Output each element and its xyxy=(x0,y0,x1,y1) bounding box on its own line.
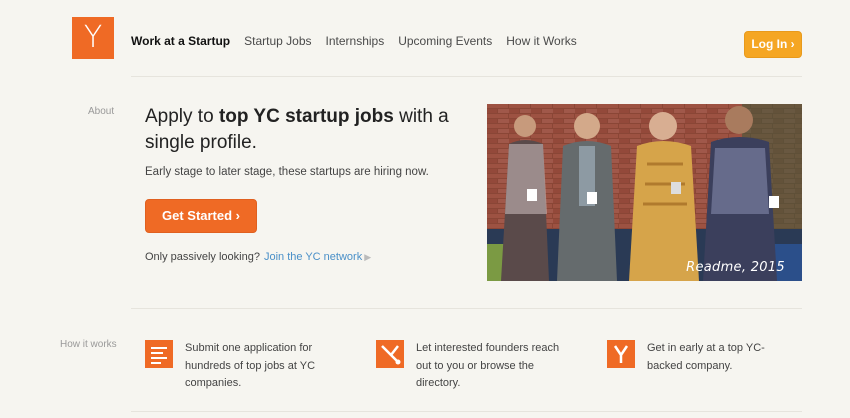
step-text: Let interested founders reach out to you… xyxy=(416,342,560,389)
headline-prefix: Apply to xyxy=(145,106,219,127)
login-button[interactable]: Log In › xyxy=(744,31,802,58)
team-photo: Readme, 2015 xyxy=(487,104,802,281)
nav-how-it-works[interactable]: How it Works xyxy=(506,34,576,48)
nav-work-at-a-startup[interactable]: Work at a Startup xyxy=(131,34,230,48)
step-submit-application: Submit one application for hundreds of t… xyxy=(145,340,335,393)
step-text: Get in early at a top YC-backed company. xyxy=(647,342,765,372)
step-founders-reach-out: Let interested founders reach out to you… xyxy=(376,340,561,393)
how-it-works-label: How it works xyxy=(60,339,117,350)
team-photo-illustration xyxy=(487,104,802,281)
passive-text: Only passively looking? xyxy=(145,251,260,263)
passive-looking-line: Only passively looking? Join the YC netwo… xyxy=(145,251,371,263)
list-icon xyxy=(145,340,173,368)
nav-startup-jobs[interactable]: Startup Jobs xyxy=(244,34,311,48)
play-triangle-icon: ▶ xyxy=(364,252,372,262)
yc-icon xyxy=(607,340,635,368)
divider xyxy=(131,308,802,309)
divider xyxy=(131,76,802,77)
divider xyxy=(131,411,802,412)
headline-emphasis: top YC startup jobs xyxy=(218,106,394,127)
about-label: About xyxy=(88,106,115,117)
connect-icon xyxy=(376,340,404,368)
hero-subhead: Early stage to later stage, these startu… xyxy=(145,166,429,178)
photo-caption: Readme, 2015 xyxy=(686,260,785,275)
nav-upcoming-events[interactable]: Upcoming Events xyxy=(398,34,492,48)
step-text: Submit one application for hundreds of t… xyxy=(185,342,316,389)
join-yc-network-link[interactable]: Join the YC network xyxy=(264,251,362,263)
main-nav: Work at a Startup Startup Jobs Internshi… xyxy=(131,34,577,48)
hero-headline: Apply to top YC startup jobs with a sing… xyxy=(145,104,475,156)
yc-logo[interactable]: Y xyxy=(72,17,114,59)
nav-internships[interactable]: Internships xyxy=(326,34,385,48)
get-started-button[interactable]: Get Started › xyxy=(145,199,257,233)
step-get-in-early: Get in early at a top YC-backed company. xyxy=(607,340,782,375)
